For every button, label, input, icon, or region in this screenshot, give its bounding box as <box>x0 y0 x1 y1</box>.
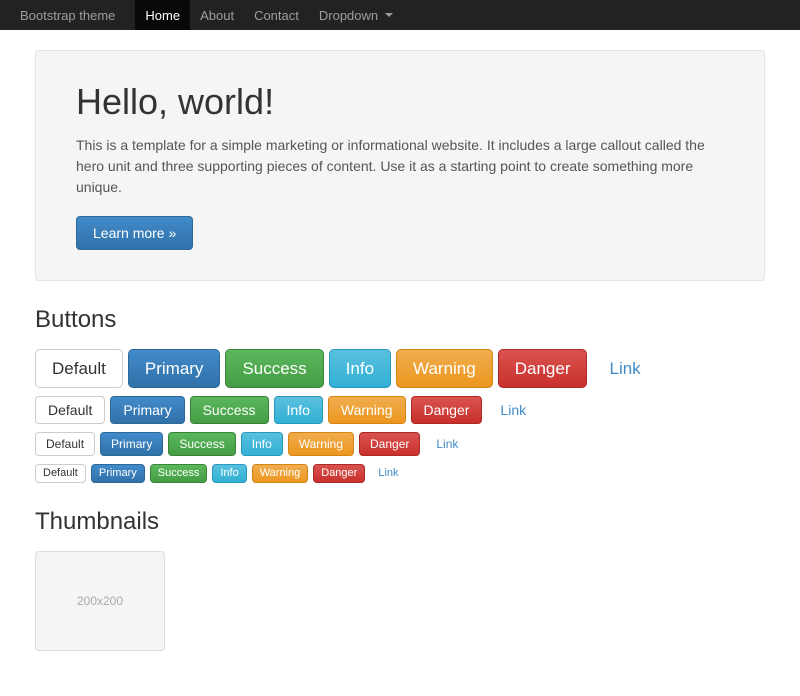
nav-items: Home About Contact Dropdown <box>135 0 403 30</box>
btn-danger-xs[interactable]: Danger <box>313 464 365 483</box>
nav-item-contact[interactable]: Contact <box>244 0 309 30</box>
btn-link-md[interactable]: Link <box>487 396 539 424</box>
nav-item-dropdown[interactable]: Dropdown <box>309 0 403 30</box>
btn-warning-md[interactable]: Warning <box>328 396 406 424</box>
btn-danger-lg[interactable]: Danger <box>498 349 588 388</box>
btn-default-md[interactable]: Default <box>35 396 105 424</box>
btn-info-sm[interactable]: Info <box>241 432 283 456</box>
hero-title: Hello, world! <box>76 81 724 123</box>
thumbnails-section: Thumbnails 200x200 <box>35 508 765 651</box>
btn-default-xs[interactable]: Default <box>35 464 86 483</box>
btn-warning-xs[interactable]: Warning <box>252 464 309 483</box>
dropdown-caret-icon <box>385 13 393 17</box>
main-container: Hello, world! This is a template for a s… <box>20 30 780 696</box>
button-row-md: Default Primary Success Info Warning Dan… <box>35 396 765 424</box>
button-row-sm: Default Primary Success Info Warning Dan… <box>35 432 765 456</box>
btn-success-sm[interactable]: Success <box>168 432 235 456</box>
navbar: Bootstrap theme Home About Contact Dropd… <box>0 0 800 30</box>
btn-success-lg[interactable]: Success <box>225 349 323 388</box>
btn-warning-sm[interactable]: Warning <box>288 432 354 456</box>
thumbnail-image: 200x200 <box>35 551 165 651</box>
btn-info-lg[interactable]: Info <box>329 349 391 388</box>
btn-primary-xs[interactable]: Primary <box>91 464 145 483</box>
learn-more-button[interactable]: Learn more » <box>76 216 193 250</box>
navbar-brand[interactable]: Bootstrap theme <box>20 8 115 23</box>
btn-warning-lg[interactable]: Warning <box>396 349 493 388</box>
btn-danger-sm[interactable]: Danger <box>359 432 420 456</box>
btn-success-md[interactable]: Success <box>190 396 269 424</box>
btn-primary-md[interactable]: Primary <box>110 396 184 424</box>
btn-primary-lg[interactable]: Primary <box>128 349 221 388</box>
btn-danger-md[interactable]: Danger <box>411 396 483 424</box>
btn-primary-sm[interactable]: Primary <box>100 432 163 456</box>
btn-link-xs[interactable]: Link <box>370 464 406 483</box>
btn-info-xs[interactable]: Info <box>212 464 246 483</box>
btn-info-md[interactable]: Info <box>274 396 323 424</box>
btn-default-sm[interactable]: Default <box>35 432 95 456</box>
button-row-lg: Default Primary Success Info Warning Dan… <box>35 349 765 388</box>
nav-item-about[interactable]: About <box>190 0 244 30</box>
buttons-section: Buttons Default Primary Success Info War… <box>35 306 765 483</box>
buttons-title: Buttons <box>35 306 765 334</box>
btn-default-lg[interactable]: Default <box>35 349 123 388</box>
thumbnails-title: Thumbnails <box>35 508 765 536</box>
button-row-xs: Default Primary Success Info Warning Dan… <box>35 464 765 483</box>
nav-item-home[interactable]: Home <box>135 0 190 30</box>
btn-link-sm[interactable]: Link <box>425 432 469 456</box>
btn-link-lg[interactable]: Link <box>592 349 657 388</box>
btn-success-xs[interactable]: Success <box>150 464 208 483</box>
thumbnail-label: 200x200 <box>77 594 123 608</box>
hero-description: This is a template for a simple marketin… <box>76 135 724 198</box>
hero-unit: Hello, world! This is a template for a s… <box>35 50 765 281</box>
